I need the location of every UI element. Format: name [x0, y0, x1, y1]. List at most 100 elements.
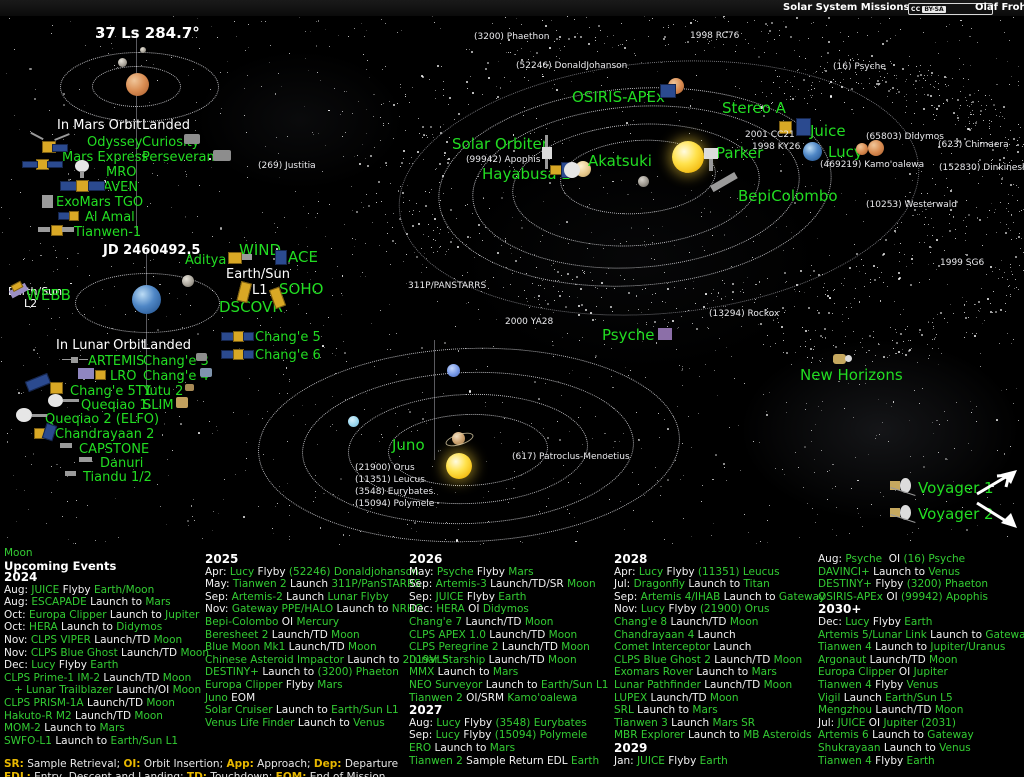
in-lunar-orbit-header: In Lunar Orbit [56, 338, 146, 353]
earth-planet [132, 285, 161, 314]
asteroid-label-1998ky26: 1998 KY26 [752, 142, 801, 152]
legend-event-text: DAVINCI+ Launch to Venus [818, 565, 960, 578]
legend-year: 2024 [4, 570, 38, 584]
legend-event-row: Aug: Psyche OI (16) Psyche [818, 553, 1024, 566]
legend-event-text: LUPEX Launch/TD Moon [614, 691, 739, 704]
legend-event-text: Tianwen 4 Flyby Earth [818, 754, 935, 767]
legend-event-row: Hakuto-R M2 Launch/TD Moon [4, 710, 209, 723]
asteroid-label-2001cc21: 2001 CC21 [745, 130, 795, 140]
legend-key-meaning: Entry, Descent and Landing; [30, 770, 187, 777]
capstone-spacecraft-icon [56, 440, 78, 452]
legend-event-row: Chang'e 7 Launch/TD Moon [409, 616, 608, 629]
mars-moon-phobos [140, 47, 146, 53]
legend-event-text: Lucy Flyby (3548) Eurybates [436, 716, 587, 729]
mission-new-horizons: New Horizons [800, 366, 903, 384]
change-5-spacecraft-icon [221, 329, 254, 343]
legend-event-row: Tianwen 4 Flyby Earth [818, 755, 1024, 768]
legend-event-text: Lucy Flyby (11351) Leucus [638, 565, 780, 578]
legend-event-row: Jan: JUICE Flyby Earth [614, 755, 825, 768]
legend-event-row: Oct: HERA Launch to Didymos [4, 621, 209, 634]
legend-key-abbr: TD: [186, 770, 207, 777]
legend-event-row: DESTINY+ Flyby (3200) Phaeton [818, 578, 1024, 591]
legend-event-month: Oct: [4, 608, 26, 621]
legend-event-text: Tianwen 4 Flyby Venus [818, 678, 939, 691]
legend-event-row: ERO Launch to Mars [409, 742, 608, 755]
legend-key-line-2: EDL: Entry, Descent and Landing; TD: Tou… [4, 771, 398, 777]
legend-event-row: Argonaut Launch/TD Moon [818, 654, 1024, 667]
outer-axis-line [434, 340, 435, 460]
mission-tiandu: Tiandu 1/2 [83, 470, 152, 485]
legend-event-month: Dec: [4, 659, 28, 672]
legend-event-row: Aug: Lucy Flyby (3548) Eurybates [409, 717, 608, 730]
mission-mro: MRO [106, 165, 137, 180]
tianwen-1-spacecraft-icon [38, 222, 76, 238]
legend-event-row: Lunar Pathfinder Launch/TD Moon [614, 679, 825, 692]
mission-aditya: Aditya [185, 253, 227, 268]
legend-year: 2029 [614, 740, 648, 755]
mars-moon-deimos [118, 58, 127, 67]
mission-slim: SLIM [143, 398, 174, 413]
mars-express-spacecraft-icon [22, 152, 63, 176]
legend-event-text: Comet Interceptor Launch [614, 641, 752, 654]
legend-event-month: Aug: [409, 716, 434, 729]
legend-event-month: Nov: [205, 603, 229, 616]
asteroid-label-leucus: (11351) Leucus [355, 475, 425, 485]
legend-column-2028-2029: 2028 Apr: Lucy Flyby (11351) Leucus Jul: D… [614, 553, 825, 767]
legend-key-meaning: Touchdown; [206, 770, 276, 777]
legend-event-text: MOM-2 Launch to Mars [4, 722, 125, 735]
legend-key-abbreviations: SR: Sample Retrieval; OI: Orbit Insertio… [4, 758, 398, 777]
mission-tianwen-1: Tianwen-1 [74, 225, 142, 240]
legend-event-row: May: Psyche Flyby Mars [409, 566, 608, 579]
legend-event-text: HERA OI Didymos [436, 603, 529, 616]
uranus-planet [348, 416, 359, 427]
legend-event-text: CLPS Blue Ghost Launch/TD Moon [30, 646, 210, 659]
psyche-spacecraft-icon [656, 326, 676, 344]
voyager-1-spacecraft-icon [890, 478, 922, 496]
legend-event-month: Oct: [4, 621, 26, 634]
legend-event-row: Chang'e 8 Launch/TD Moon [614, 616, 825, 629]
legend-event-text: Beresheet 2 Launch/TD Moon [205, 628, 360, 641]
legend-event-month: Jan: [614, 754, 634, 767]
legend-event-text: SRL Launch to Mars [614, 704, 718, 717]
legend-event-row: CLPS APEX 1.0 Launch/TD Moon [409, 629, 608, 642]
mission-juice: Juice [810, 122, 846, 140]
voyager-1-direction-arrow [976, 470, 1017, 496]
queqiao-2-spacecraft-icon [16, 408, 50, 424]
legend-event-row: Tianwen 4 Flyby Venus [818, 679, 1024, 692]
sun-outer [446, 453, 472, 479]
legend-key-abbr: App: [226, 758, 254, 770]
legend-key-meaning: End of Mission [306, 770, 386, 777]
lucy-spacecraft-icon [856, 140, 884, 160]
asteroid-label-phaethon: (3200) Phaethon [474, 32, 550, 42]
mission-odyssey: Odyssey [87, 135, 143, 150]
legend-event-text: CLPS Blue Ghost 2 Launch/TD Moon [614, 653, 803, 666]
legend-event-row: Apr: Lucy Flyby (11351) Leucus [614, 566, 825, 579]
legend-year: 2026 [409, 552, 443, 566]
legend-event-text: Venus Life Finder Launch to Venus [205, 716, 385, 729]
legend-event-month: Sep: [409, 729, 433, 742]
juice-spacecraft-icon [794, 116, 812, 138]
legend-event-text: ESCAPADE Launch to Mars [31, 596, 171, 609]
mars-planet [126, 73, 149, 96]
lunar-landed-header: Landed [143, 338, 191, 353]
legend-event-row: Lunar Starship Launch/TD Moon [409, 654, 608, 667]
danuri-spacecraft-icon [76, 454, 98, 466]
moon-body [182, 275, 194, 287]
legend-event-text: Artemis 4/IHAB Launch to Gateway [640, 590, 826, 603]
chandrayaan-2-spacecraft-icon [32, 422, 58, 442]
legend-column-2029-2030: Aug: Psyche OI (16) Psyche DAVINCI+ Launc… [818, 553, 1024, 767]
legend-event-month: Aug: [4, 583, 29, 596]
legend-column-2024: 2024 Aug: JUICE Flyby Earth/Moon Aug: ESCA… [4, 571, 209, 747]
legend-event-row: Exomars Rover Launch to Mars [614, 666, 825, 679]
legend-event-text: CLPS PRISM-1A Launch/TD Moon [4, 696, 175, 709]
legend-event-row: SRL Launch to Mars [614, 704, 825, 717]
legend-key-meaning: Orbit Insertion; [140, 758, 227, 770]
curiosity-rover-icon [184, 134, 200, 144]
cc-by-sa-label: BY-SA [922, 5, 946, 13]
mission-bepicolombo: BepiColombo [738, 187, 838, 205]
legend-event-month: May: [409, 565, 434, 578]
legend-event-month: Aug: [818, 553, 843, 565]
legend-event-text: JUICE OI Jupiter (2031) [837, 716, 956, 729]
legend-event-text: Gateway PPE/HALO Launch to NRHO [231, 603, 424, 616]
legend-event-row: MMX Launch to Mars [409, 666, 608, 679]
